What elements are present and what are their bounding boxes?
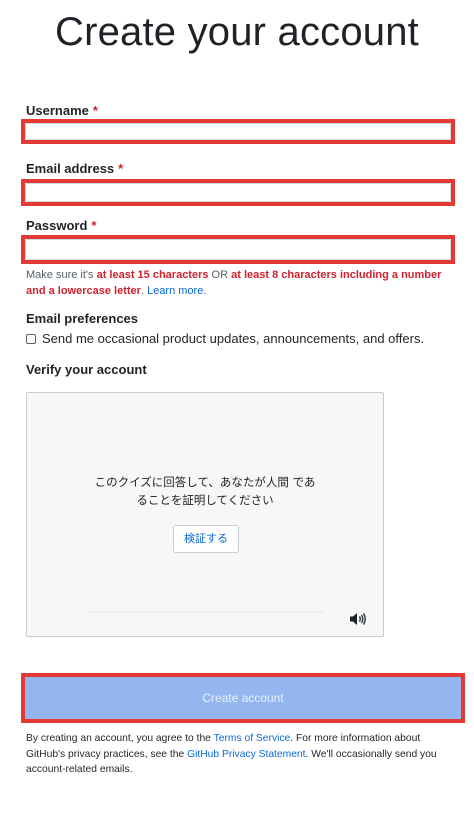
password-input[interactable] xyxy=(25,239,451,260)
marketing-checkbox-label[interactable]: Send me occasional product updates, anno… xyxy=(42,331,424,346)
speaker-icon[interactable] xyxy=(349,612,367,626)
required-marker: * xyxy=(91,218,97,233)
email-preferences-label: Email preferences xyxy=(26,311,139,326)
captcha-verify-button[interactable]: 検証する xyxy=(173,525,239,553)
captcha-panel: このクイズに回答して、あなたが人間 であ ることを証明してください 検証する xyxy=(26,392,384,637)
learn-more-link[interactable]: Learn more. xyxy=(147,285,206,297)
username-label: Username * xyxy=(26,103,98,118)
legal-text-1: By creating an account, you agree to the xyxy=(26,733,214,744)
signup-page: Create your account Username * Email addr… xyxy=(0,0,474,815)
captcha-footer-bar xyxy=(89,611,323,613)
terms-of-service-link[interactable]: Terms of Service xyxy=(214,733,291,744)
email-input[interactable] xyxy=(25,183,451,202)
email-field-highlight xyxy=(21,179,455,206)
hint-requirement-1: at least 15 characters xyxy=(96,269,209,281)
required-marker: * xyxy=(92,103,98,118)
username-field-highlight xyxy=(21,119,455,144)
email-preferences-row: Send me occasional product updates, anno… xyxy=(26,331,424,346)
verify-account-label: Verify your account xyxy=(26,362,147,377)
password-hint: Make sure it's at least 15 characters OR… xyxy=(26,267,451,299)
privacy-statement-link[interactable]: GitHub Privacy Statement xyxy=(187,749,305,760)
captcha-prompt-line-1: このクイズに回答して、あなたが人間 であ xyxy=(94,475,316,489)
required-marker: * xyxy=(118,161,124,176)
create-account-button[interactable]: Create account xyxy=(25,677,461,719)
password-field-highlight xyxy=(21,235,455,264)
marketing-checkbox[interactable] xyxy=(26,333,36,344)
captcha-prompt: このクイズに回答して、あなたが人間 であ ることを証明してください xyxy=(27,473,383,509)
hint-or: OR xyxy=(208,269,232,281)
legal-notice: By creating an account, you agree to the… xyxy=(26,731,456,778)
email-label-text: Email address xyxy=(26,161,115,176)
page-title: Create your account xyxy=(55,10,419,54)
username-input[interactable] xyxy=(25,123,451,140)
create-account-highlight: Create account xyxy=(21,673,465,723)
password-label: Password * xyxy=(26,218,96,233)
password-label-text: Password xyxy=(26,218,88,233)
hint-prefix: Make sure it's xyxy=(26,269,97,281)
username-label-text: Username xyxy=(26,103,89,118)
email-label: Email address * xyxy=(26,161,123,176)
captcha-prompt-line-2: ることを証明してください xyxy=(136,493,274,507)
